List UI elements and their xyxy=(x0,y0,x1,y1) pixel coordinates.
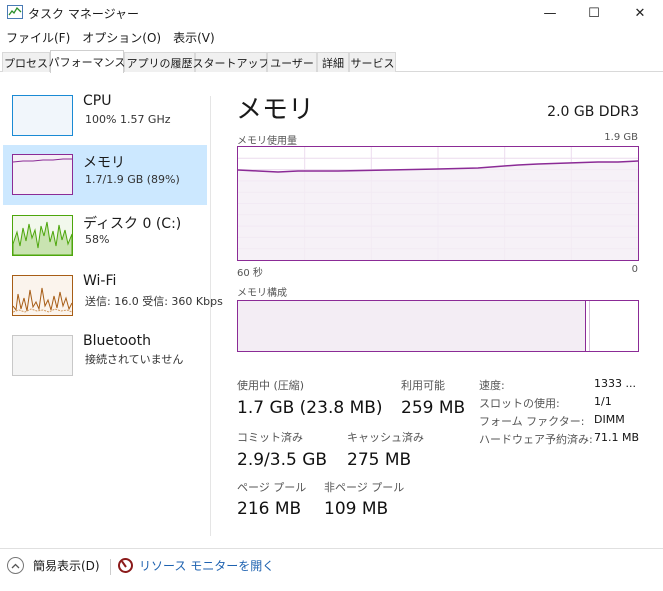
disk-thumbnail xyxy=(12,215,73,256)
slots-label: スロットの使用: xyxy=(479,397,560,410)
memory-spec: 2.0 GB DDR3 xyxy=(547,104,639,120)
bluetooth-thumbnail xyxy=(12,335,73,376)
wifi-detail: 送信: 16.0 受信: 360 Kbps xyxy=(85,295,223,308)
wifi-thumbnail-graph xyxy=(12,287,73,313)
tab-app-history[interactable]: アプリの履歴 xyxy=(124,52,195,72)
close-icon: ✕ xyxy=(634,5,646,21)
disk-detail: 58% xyxy=(85,233,110,246)
memory-thumbnail-graph xyxy=(12,158,72,163)
memory-name: メモリ xyxy=(83,155,125,171)
resource-monitor-label: リソース モニターを開く xyxy=(139,559,275,573)
simple-view-button[interactable]: 簡易表示(D) xyxy=(7,557,100,574)
slots-value: 1/1 xyxy=(594,395,612,408)
axis-left-label: 60 秒 xyxy=(237,268,263,279)
in-use-label: 使用中 (圧縮) xyxy=(237,379,305,392)
tab-performance[interactable]: パフォーマンス xyxy=(49,50,125,73)
panel-divider xyxy=(210,96,211,536)
committed-value: 2.9/3.5 GB xyxy=(237,450,328,470)
page-title: メモリ xyxy=(236,95,315,125)
disk-name: ディスク 0 (C:) xyxy=(83,216,182,232)
task-manager-icon xyxy=(7,5,23,19)
form-factor-label: フォーム ファクター: xyxy=(479,415,585,428)
nonpaged-pool-label: 非ページ プール xyxy=(324,481,405,494)
axis-right-label: 0 xyxy=(631,264,638,275)
tab-users[interactable]: ユーザー xyxy=(267,52,317,72)
maximize-button[interactable]: ☐ xyxy=(571,0,617,26)
nonpaged-pool-value: 109 MB xyxy=(324,499,389,519)
menu-bar: ファイル(F) オプション(O) 表示(V) xyxy=(0,27,663,47)
wifi-thumbnail xyxy=(12,275,73,316)
wifi-name: Wi-Fi xyxy=(83,273,117,289)
tab-bar: プロセス パフォーマンス アプリの履歴 スタートアップ ユーザー 詳細 サービス xyxy=(0,50,663,73)
cpu-name: CPU xyxy=(83,93,112,109)
available-value: 259 MB xyxy=(401,398,466,418)
paged-pool-label: ページ プール xyxy=(237,481,307,494)
memory-detail: 1.7/1.9 GB (89%) xyxy=(85,173,180,186)
tab-startup[interactable]: スタートアップ xyxy=(193,52,270,72)
paged-pool-value: 216 MB xyxy=(237,499,302,519)
speed-value: 1333 ... xyxy=(594,377,636,390)
tab-details[interactable]: 詳細 xyxy=(317,52,349,72)
composition-label: メモリ構成 xyxy=(237,288,287,299)
resource-wifi[interactable]: Wi-Fi 送信: 16.0 受信: 360 Kbps xyxy=(3,266,223,326)
maximize-icon: ☐ xyxy=(588,5,600,21)
cpu-detail: 100% 1.57 GHz xyxy=(85,113,171,126)
bluetooth-name: Bluetooth xyxy=(83,333,151,349)
form-factor-value: DIMM xyxy=(594,413,625,426)
usage-graph-max: 1.9 GB xyxy=(604,132,638,143)
committed-label: コミット済み xyxy=(237,431,303,444)
resource-disk[interactable]: ディスク 0 (C:) 58% xyxy=(3,206,207,266)
menu-file[interactable]: ファイル(F) xyxy=(0,27,76,47)
resource-bluetooth[interactable]: Bluetooth 接続されていません xyxy=(3,327,207,387)
cpu-thumbnail xyxy=(12,95,73,136)
composition-in-use xyxy=(238,301,586,351)
bluetooth-detail: 接続されていません xyxy=(85,353,184,366)
disk-thumbnail-graph xyxy=(12,221,73,256)
footer-separator xyxy=(110,559,111,575)
cached-label: キャッシュ済み xyxy=(347,431,424,444)
resource-memory[interactable]: メモリ 1.7/1.9 GB (89%) xyxy=(3,145,207,205)
title-bar: タスク マネージャー — ☐ ✕ xyxy=(0,0,663,26)
available-label: 利用可能 xyxy=(401,379,445,392)
open-resource-monitor-link[interactable]: リソース モニターを開く xyxy=(118,557,274,574)
memory-usage-graph xyxy=(237,146,639,261)
memory-thumbnail xyxy=(12,154,73,195)
hardware-reserved-label: ハードウェア予約済み: xyxy=(479,433,593,446)
resource-monitor-icon xyxy=(118,558,133,573)
minimize-button[interactable]: — xyxy=(527,0,573,26)
tab-processes[interactable]: プロセス xyxy=(2,52,50,72)
chevron-up-icon xyxy=(7,557,24,574)
minimize-icon: — xyxy=(543,5,557,21)
menu-view[interactable]: 表示(V) xyxy=(167,27,221,47)
in-use-value: 1.7 GB (23.8 MB) xyxy=(237,398,383,418)
usage-graph-label: メモリ使用量 xyxy=(237,136,297,147)
memory-usage-area xyxy=(238,161,638,260)
close-button[interactable]: ✕ xyxy=(617,0,663,26)
cached-value: 275 MB xyxy=(347,450,412,470)
window-title: タスク マネージャー xyxy=(28,7,139,21)
composition-standby xyxy=(589,301,638,351)
tab-services[interactable]: サービス xyxy=(349,52,396,72)
speed-label: 速度: xyxy=(479,379,505,392)
simple-view-label: 簡易表示(D) xyxy=(33,559,100,573)
hardware-reserved-value: 71.1 MB xyxy=(594,431,640,444)
memory-composition-bar[interactable] xyxy=(237,300,639,352)
menu-options[interactable]: オプション(O) xyxy=(76,27,167,47)
resource-cpu[interactable]: CPU 100% 1.57 GHz xyxy=(3,86,207,146)
footer-bar: 簡易表示(D) リソース モニターを開く xyxy=(0,548,663,591)
